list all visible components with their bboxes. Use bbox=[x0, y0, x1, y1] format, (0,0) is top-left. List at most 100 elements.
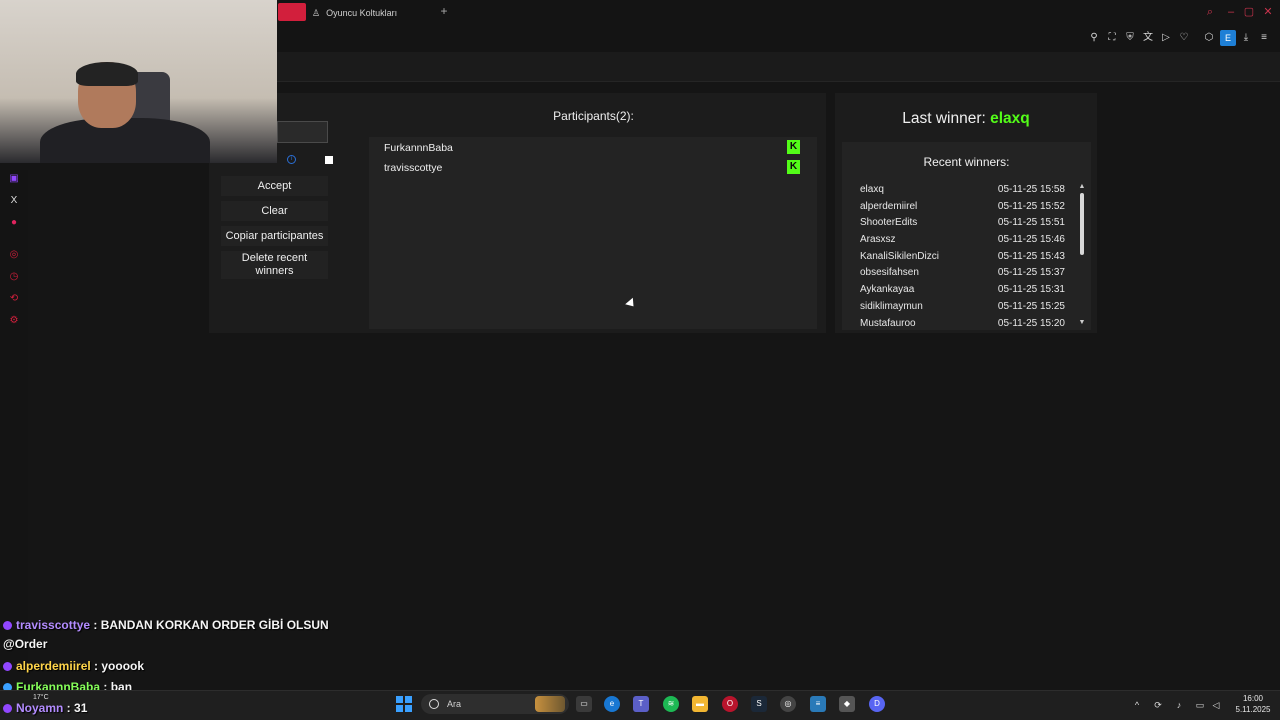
app-icon[interactable]: ◆ bbox=[839, 696, 855, 712]
participant-row[interactable]: travisscottye K bbox=[384, 160, 804, 178]
maximize-icon[interactable]: ▢ bbox=[1242, 5, 1256, 19]
chat-text: BANDAN KORKAN ORDER GİBİ OLSUN bbox=[100, 618, 329, 632]
option-checkbox[interactable] bbox=[325, 156, 333, 164]
cam-body bbox=[40, 118, 210, 163]
info-icon[interactable]: i bbox=[287, 155, 296, 164]
recent-winner-row: Mustafauroo 05-11-25 15:20 bbox=[860, 318, 1065, 329]
play-icon[interactable]: ▷ bbox=[1159, 31, 1173, 45]
winner-time: 05-11-25 15:58 bbox=[997, 184, 1065, 195]
start-button[interactable] bbox=[396, 696, 412, 712]
scroll-down-icon[interactable]: ▼ bbox=[1078, 319, 1086, 327]
chat-message: travisscottye : BANDAN KORKAN ORDER GİBİ… bbox=[3, 618, 329, 632]
recent-winners-title: Recent winners: bbox=[923, 155, 1010, 169]
winner-time: 05-11-25 15:31 bbox=[997, 284, 1065, 296]
clock-icon[interactable]: ◷ bbox=[6, 270, 22, 284]
participant-name: FurkannnBaba bbox=[384, 142, 453, 154]
file-explorer-icon[interactable]: ▬ bbox=[692, 696, 708, 712]
steam-icon[interactable]: S bbox=[751, 696, 767, 712]
search-highlight-image bbox=[535, 696, 565, 712]
last-winner-name: elaxq bbox=[990, 110, 1030, 127]
opera-gx-icon[interactable]: O bbox=[722, 696, 738, 712]
clock[interactable]: 16:00 5.11.2025 bbox=[1230, 693, 1276, 715]
discord-icon[interactable]: D bbox=[869, 696, 885, 712]
participant-row[interactable]: FurkannnBaba K bbox=[384, 140, 804, 158]
winner-name: alperdemiirel bbox=[860, 200, 918, 212]
chat-text: yooook bbox=[101, 659, 145, 673]
recent-winner-row: Aykankayaa 05-11-25 15:31 bbox=[860, 284, 1065, 301]
shield-icon[interactable]: ⛨ bbox=[1123, 31, 1137, 45]
winner-time: 05-11-25 15:46 bbox=[997, 234, 1065, 246]
kick-badge-icon bbox=[3, 704, 12, 713]
app-icon[interactable]: ● bbox=[6, 216, 22, 230]
copy-participants-button[interactable]: Copiar participantes bbox=[221, 226, 328, 246]
task-view-icon[interactable]: ▭ bbox=[576, 696, 592, 712]
spotify-icon[interactable]: ≋ bbox=[663, 696, 679, 712]
kick-badge-icon bbox=[3, 621, 12, 630]
menu-icon[interactable]: ≡ bbox=[1257, 31, 1271, 45]
notepad-icon[interactable]: ≡ bbox=[810, 696, 826, 712]
winner-time: 05-11-25 15:51 bbox=[997, 217, 1065, 229]
search-icon[interactable]: ⌕ bbox=[1203, 5, 1217, 19]
x-icon[interactable]: X bbox=[6, 194, 22, 208]
chat-message: @Order bbox=[3, 637, 47, 651]
heart-icon[interactable]: ♡ bbox=[1177, 31, 1191, 45]
kick-icon: K bbox=[787, 160, 800, 174]
kick-badge-icon bbox=[3, 662, 12, 671]
winner-name: Mustafauroo bbox=[860, 317, 916, 329]
scroll-up-icon[interactable]: ▲ bbox=[1078, 183, 1086, 191]
recent-winner-row: KanaliSikilenDizci 05-11-25 15:43 bbox=[860, 251, 1065, 268]
winner-name: sidiklimaymun bbox=[860, 300, 923, 312]
translate-icon[interactable]: 文 bbox=[1141, 31, 1155, 45]
edge-icon[interactable]: e bbox=[604, 696, 620, 712]
recent-winners-scrollbar[interactable] bbox=[1080, 193, 1084, 255]
keyword-input[interactable] bbox=[277, 121, 328, 143]
winner-time: 05-11-25 15:52 bbox=[997, 200, 1065, 212]
cam-hair bbox=[76, 62, 138, 86]
last-winner: Last winner: elaxq bbox=[835, 110, 1097, 128]
microphone-icon[interactable]: ♪ bbox=[1173, 699, 1185, 711]
new-tab-button[interactable]: + bbox=[437, 4, 451, 18]
share-icon[interactable]: ⟲ bbox=[6, 292, 22, 306]
search-icon bbox=[429, 699, 439, 709]
crop-icon[interactable]: ⛶ bbox=[1105, 31, 1119, 45]
clock-time: 16:00 bbox=[1242, 694, 1264, 703]
network-icon[interactable]: ▭ bbox=[1194, 699, 1206, 711]
winner-name: KanaliSikilenDizci bbox=[860, 250, 939, 262]
winner-time: 05-11-25 15:20 bbox=[997, 317, 1065, 329]
winner-name: Arasxsz bbox=[860, 234, 896, 246]
accept-button[interactable]: Accept bbox=[221, 176, 328, 196]
settings-icon[interactable]: ⚙ bbox=[6, 314, 22, 328]
chevron-up-icon[interactable]: ^ bbox=[1131, 699, 1143, 711]
webcam-overlay bbox=[0, 0, 277, 163]
delete-recent-winners-button[interactable]: Delete recent winners bbox=[221, 251, 328, 279]
winner-time: 05-11-25 15:43 bbox=[997, 250, 1065, 262]
close-icon[interactable]: ✕ bbox=[1261, 5, 1275, 19]
search-placeholder: Ara bbox=[447, 699, 462, 709]
tab-oyuncu-koltuklari[interactable]: ♙ Oyuncu Koltukları bbox=[312, 4, 397, 22]
download-icon[interactable]: ⤓ bbox=[1239, 31, 1253, 45]
pin-icon[interactable]: ⚲ bbox=[1087, 31, 1101, 45]
history-icon[interactable]: ◎ bbox=[6, 248, 22, 262]
twitch-icon[interactable]: ▣ bbox=[6, 172, 22, 186]
active-tab[interactable] bbox=[278, 3, 306, 21]
tab-title: Oyuncu Koltukları bbox=[326, 8, 398, 18]
winner-time: 05-11-25 15:25 bbox=[997, 300, 1065, 312]
weather-widget[interactable]: 17°C bbox=[33, 694, 49, 701]
extensions-icon[interactable]: ⬡ bbox=[1202, 31, 1216, 45]
minimize-icon[interactable]: – bbox=[1224, 5, 1238, 19]
volume-icon[interactable]: ◁ bbox=[1210, 699, 1222, 711]
recent-winner-row: alperdemiirel 05-11-25 15:52 bbox=[860, 201, 1065, 218]
winner-name: obsesifahsen bbox=[860, 267, 919, 279]
taskbar-search[interactable]: Ara bbox=[421, 694, 569, 714]
chat-text: @Order bbox=[3, 637, 48, 651]
clock-date: 5.11.2025 bbox=[1235, 705, 1271, 714]
recent-winner-row: obsesifahsen 05-11-25 15:37 bbox=[860, 267, 1065, 284]
app-icon[interactable]: ◎ bbox=[780, 696, 796, 712]
clear-button[interactable]: Clear bbox=[221, 201, 328, 221]
recent-winner-row: Arasxsz 05-11-25 15:46 bbox=[860, 234, 1065, 251]
teams-icon[interactable]: T bbox=[633, 696, 649, 712]
profile-avatar[interactable]: E bbox=[1220, 30, 1236, 46]
sync-icon[interactable]: ⟳ bbox=[1152, 699, 1164, 711]
winner-name: ShooterEdits bbox=[860, 217, 918, 229]
recent-winners-list[interactable]: elaxq 05-11-25 15:58 alperdemiirel 05-11-2… bbox=[860, 184, 1065, 328]
